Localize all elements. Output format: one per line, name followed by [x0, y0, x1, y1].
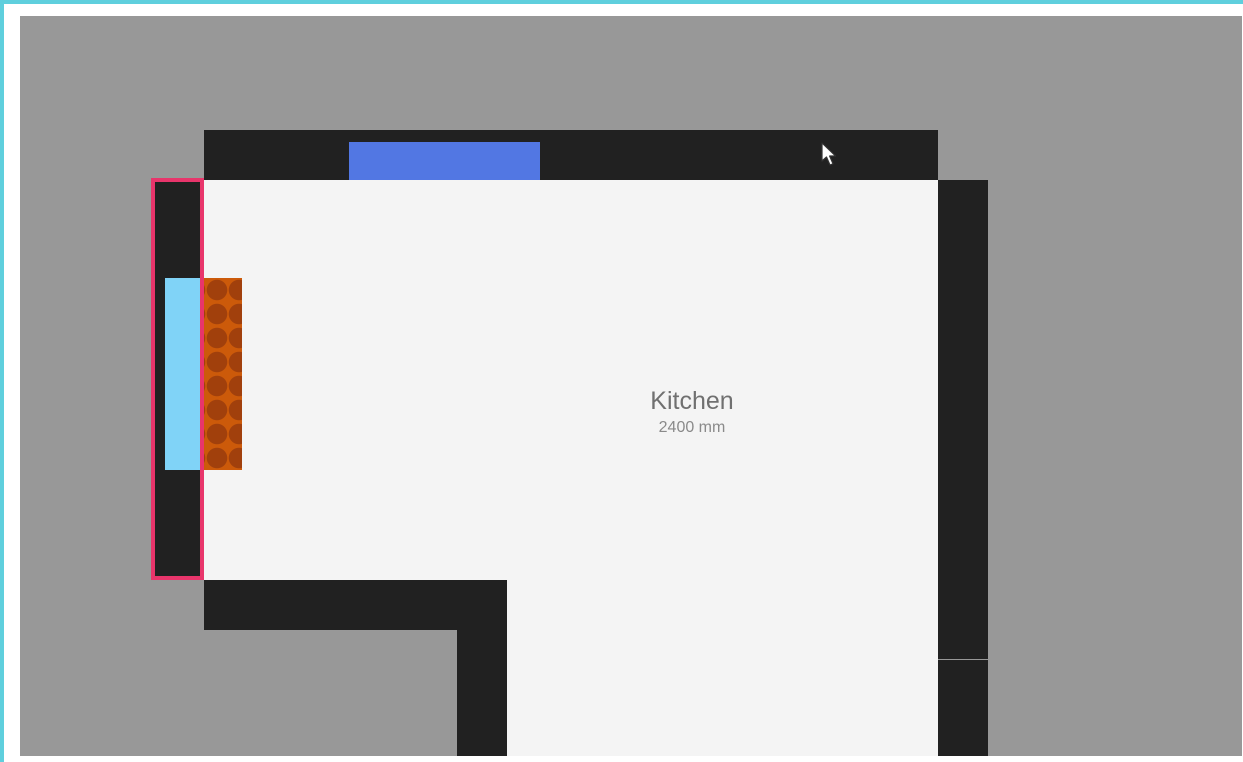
- mouse-pointer-icon: [820, 142, 838, 168]
- viewport-frame: Kitchen 2400 mm: [0, 0, 1243, 762]
- room-label: Kitchen 2400 mm: [592, 386, 792, 438]
- wall-inner-vertical[interactable]: [457, 580, 507, 756]
- room-size: 2400 mm: [658, 419, 726, 436]
- top-window[interactable]: [349, 142, 540, 180]
- radiator[interactable]: [204, 278, 242, 470]
- kitchen-floor-lower[interactable]: [507, 580, 938, 756]
- wall-right[interactable]: [938, 180, 988, 659]
- selected-wall-outline[interactable]: [151, 178, 204, 580]
- room-name: Kitchen: [650, 387, 734, 415]
- wall-right-segment[interactable]: [938, 660, 988, 756]
- kitchen-floor-upper[interactable]: [204, 180, 938, 580]
